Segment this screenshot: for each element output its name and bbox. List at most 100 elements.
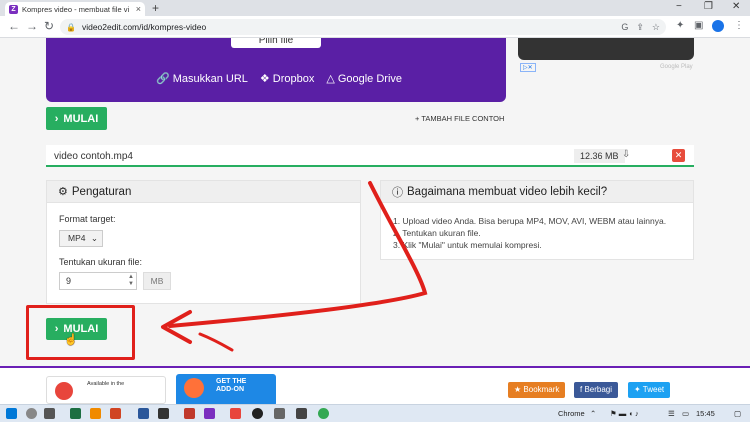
remove-file-icon[interactable]: ✕: [672, 149, 685, 162]
excel-icon[interactable]: [70, 408, 81, 419]
app-icon[interactable]: [204, 408, 215, 419]
pick-file-button[interactable]: Pilih file: [231, 38, 321, 48]
start-icon[interactable]: [6, 408, 17, 419]
pick-file-label: Pilih file: [258, 38, 294, 46]
settings-header: ⚙ Pengaturan: [47, 181, 360, 203]
new-tab-icon[interactable]: +: [152, 1, 159, 15]
google-drive-label: Google Drive: [337, 73, 403, 85]
tab-bar: Z Kompres video - membuat file vi × + − …: [0, 0, 750, 16]
window-minimize-icon[interactable]: −: [676, 1, 682, 12]
chevron-right-icon: ›: [54, 112, 59, 125]
list-item: 1. Upload video Anda. Bisa berupa MP4, M…: [393, 216, 667, 226]
app-icon[interactable]: [230, 408, 241, 419]
advertisement[interactable]: [518, 38, 694, 60]
menu-icon[interactable]: ⋮: [734, 20, 744, 31]
tray-icons[interactable]: ⚑ ▬ ◖ ♪: [610, 409, 639, 418]
window-restore-icon[interactable]: ❐: [704, 1, 713, 12]
vlc-icon[interactable]: [90, 408, 101, 419]
enter-url-link[interactable]: 🔗 Masukkan URL: [156, 72, 248, 85]
wifi-icon[interactable]: ☰: [668, 409, 675, 418]
link-icon: 🔗: [156, 73, 170, 85]
forward-icon[interactable]: →: [26, 19, 38, 33]
download-icon[interactable]: ⇩: [622, 149, 630, 160]
battery-icon[interactable]: ▭: [682, 409, 689, 418]
add-sample-label: TAMBAH FILE CONTOH: [421, 114, 505, 123]
taskbar: Chrome ⌃ ⚑ ▬ ◖ ♪ ☰ ▭ 15:45 ▢: [0, 404, 750, 422]
window-close-icon[interactable]: ✕: [732, 1, 740, 12]
bookmark-label: Bookmark: [523, 385, 560, 394]
footer: Available in the GET THE ADD-ON ★ Bookma…: [0, 366, 750, 404]
powerpoint-icon[interactable]: [110, 408, 121, 419]
tab-close-icon[interactable]: ×: [136, 4, 141, 14]
share-icon[interactable]: ⇪: [636, 22, 644, 33]
highlight-box: [26, 305, 135, 360]
file-size-input[interactable]: 9 ▲ ▼: [59, 272, 137, 290]
share-label: Berbagi: [584, 385, 613, 394]
format-value: MP4: [68, 233, 86, 243]
firefox-addon-badge[interactable]: GET THE ADD-ON: [176, 374, 276, 404]
app-icon[interactable]: [274, 408, 285, 419]
store-text: Available in the: [87, 381, 125, 387]
dropbox-link[interactable]: ❖ Dropbox: [260, 72, 314, 85]
extensions-icon[interactable]: ✦: [676, 20, 684, 31]
browser-toolbar: ← → ↻ 🔒 video2edit.com/id/kompres-video …: [0, 16, 750, 38]
file-name: video contoh.mp4: [54, 151, 133, 162]
list-item: 3. Klik "Mulai" untuk memulai kompresi.: [393, 240, 542, 250]
back-icon[interactable]: ←: [8, 19, 20, 33]
size-unit: MB: [143, 272, 171, 290]
bookmark-button[interactable]: ★ Bookmark: [508, 382, 566, 398]
start-button-label: MULAI: [63, 112, 99, 125]
tweet-label: Tweet: [642, 385, 665, 394]
browser-tab[interactable]: Z Kompres video - membuat file vi ×: [5, 2, 145, 16]
list-item: 2. Tentukan ukuran file.: [393, 228, 481, 238]
ad-choices-icon[interactable]: ▷✕: [520, 63, 536, 72]
format-select[interactable]: MP4 ⌄: [59, 230, 103, 247]
address-bar[interactable]: 🔒 video2edit.com/id/kompres-video G ⇪ ☆: [60, 19, 666, 35]
site-favicon-icon: Z: [9, 4, 18, 14]
page-content: Pilih file 🔗 Masukkan URL ❖ Dropbox △ Googl…: [0, 38, 750, 404]
app-icon[interactable]: [252, 408, 263, 419]
howto-header: ⓘ Bagaimana membuat video lebih kecil?: [381, 181, 693, 203]
settings-icon[interactable]: [296, 408, 307, 419]
chevron-down-icon: ⌄: [90, 233, 98, 243]
star-icon[interactable]: ☆: [652, 22, 660, 33]
app-icon[interactable]: [184, 408, 195, 419]
chrome-icon[interactable]: [318, 408, 329, 419]
google-icon[interactable]: G: [621, 22, 628, 32]
store-badge[interactable]: Available in the: [46, 376, 166, 404]
size-label: Tentukan ukuran file:: [59, 257, 143, 267]
profile-avatar[interactable]: [712, 20, 724, 32]
tab-title: Kompres video - membuat file vi: [22, 4, 130, 14]
stepper-icon[interactable]: ▲ ▼: [128, 274, 134, 288]
start-button-top[interactable]: › MULAI: [46, 107, 107, 130]
google-drive-link[interactable]: △ Google Drive: [326, 72, 402, 85]
facebook-share-button[interactable]: f Berbagi: [574, 382, 619, 398]
notifications-icon[interactable]: ▢: [734, 409, 741, 418]
url-text: video2edit.com/id/kompres-video: [81, 22, 207, 32]
firefox-icon: [184, 378, 204, 398]
settings-panel: ⚙ Pengaturan Format target: MP4 ⌄ Tentuk…: [46, 180, 361, 304]
lock-icon: 🔒: [66, 22, 76, 32]
google-drive-icon: △: [326, 73, 335, 85]
info-icon: ⓘ: [392, 186, 403, 199]
reload-icon[interactable]: ↻: [44, 19, 54, 33]
side-panel-icon[interactable]: ▣: [694, 20, 703, 31]
add-sample-file-link[interactable]: + TAMBAH FILE CONTOH: [415, 114, 504, 123]
dropbox-icon: ❖: [259, 73, 270, 85]
app-icon[interactable]: [158, 408, 169, 419]
ad-google-label: Google Play: [660, 64, 693, 70]
taskbar-chrome-label: Chrome: [558, 409, 585, 418]
format-label: Format target:: [59, 214, 116, 224]
tray-chevron-icon[interactable]: ⌃: [590, 409, 596, 418]
file-size-value: 9: [66, 276, 72, 286]
enter-url-label: Masukkan URL: [172, 73, 248, 85]
word-icon[interactable]: [138, 408, 149, 419]
upload-box: Pilih file 🔗 Masukkan URL ❖ Dropbox △ Googl…: [46, 38, 506, 102]
twitter-icon: ✦: [634, 385, 643, 394]
task-view-icon[interactable]: [44, 408, 55, 419]
upload-sources: 🔗 Masukkan URL ❖ Dropbox △ Google Drive: [156, 72, 402, 85]
tweet-button[interactable]: ✦ Tweet: [628, 382, 671, 398]
search-icon[interactable]: [26, 408, 37, 419]
settings-title: Pengaturan: [71, 185, 132, 198]
clock[interactable]: 15:45: [696, 409, 715, 418]
